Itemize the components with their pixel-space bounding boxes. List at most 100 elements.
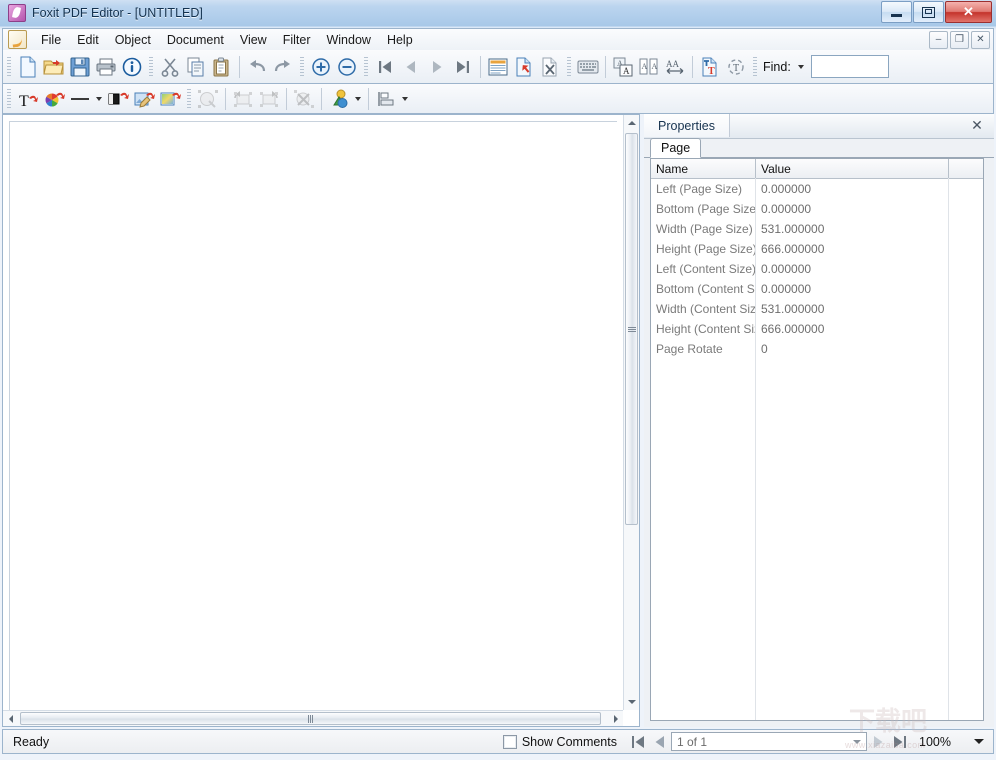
mdi-minimize-button[interactable]: – [929, 31, 948, 49]
word-spacing-icon[interactable]: AA [662, 54, 688, 80]
document-info-icon[interactable] [119, 54, 145, 80]
first-page-icon[interactable] [627, 731, 649, 752]
save-icon[interactable] [67, 54, 93, 80]
menu-view[interactable]: View [232, 30, 275, 50]
next-page-icon[interactable] [424, 54, 450, 80]
menu-object[interactable]: Object [107, 30, 159, 50]
cut-scissors-icon[interactable] [157, 54, 183, 80]
property-value[interactable]: 0.000000 [756, 179, 949, 199]
mdi-close-button[interactable]: ✕ [971, 31, 990, 49]
chevron-down-icon[interactable] [849, 733, 864, 750]
redo-icon[interactable] [270, 54, 296, 80]
close-icon[interactable]: ✕ [969, 117, 985, 133]
menu-file[interactable]: File [33, 30, 69, 50]
image-effects-icon[interactable] [157, 87, 183, 111]
add-text-icon[interactable]: T [697, 54, 723, 80]
scroll-up-button[interactable] [624, 115, 639, 131]
shapes-icon[interactable] [326, 87, 352, 111]
text-tool-icon[interactable]: T [15, 87, 41, 111]
table-row[interactable]: Left (Page Size)0.000000 [651, 179, 983, 199]
property-value[interactable]: 666.000000 [756, 319, 949, 339]
first-page-icon[interactable] [372, 54, 398, 80]
menu-document[interactable]: Document [159, 30, 232, 50]
menu-help[interactable]: Help [379, 30, 421, 50]
line-style-dropdown-arrow[interactable] [93, 87, 105, 111]
close-button[interactable]: ✕ [945, 1, 992, 23]
undo-icon[interactable] [244, 54, 270, 80]
property-value[interactable]: 531.000000 [756, 219, 949, 239]
toolbar-grip[interactable] [753, 57, 757, 77]
page-canvas[interactable] [9, 121, 617, 726]
new-document-icon[interactable] [15, 54, 41, 80]
previous-page-icon[interactable] [398, 54, 424, 80]
toolbar-grip[interactable] [300, 57, 304, 77]
vertical-scroll-thumb[interactable] [625, 133, 638, 525]
previous-page-icon[interactable] [649, 731, 671, 752]
menu-edit[interactable]: Edit [69, 30, 107, 50]
page-layout-icon[interactable] [485, 54, 511, 80]
column-header-name[interactable]: Name [651, 159, 756, 178]
property-value[interactable]: 666.000000 [756, 239, 949, 259]
last-page-icon[interactable] [889, 731, 911, 752]
copy-icon[interactable] [183, 54, 209, 80]
character-spacing-icon[interactable]: AA [636, 54, 662, 80]
line-style-icon[interactable] [67, 87, 93, 111]
table-row[interactable]: Left (Content Size)0.000000 [651, 259, 983, 279]
column-header-value[interactable]: Value [756, 159, 949, 178]
toolbar-grip[interactable] [187, 89, 191, 109]
tab-page[interactable]: Page [650, 138, 701, 158]
find-dropdown-arrow[interactable] [795, 55, 807, 79]
property-value[interactable]: 531.000000 [756, 299, 949, 319]
table-row[interactable]: Page Rotate0 [651, 339, 983, 359]
import-page-icon[interactable] [511, 54, 537, 80]
horizontal-scroll-thumb[interactable] [20, 712, 601, 725]
menu-filter[interactable]: Filter [275, 30, 319, 50]
open-folder-icon[interactable] [41, 54, 67, 80]
table-row[interactable]: Width (Content Size)531.000000 [651, 299, 983, 319]
keyboard-icon[interactable] [575, 54, 601, 80]
color-wheel-icon[interactable] [41, 87, 67, 111]
toolbar-grip[interactable] [364, 57, 368, 77]
next-page-icon[interactable] [867, 731, 889, 752]
property-value[interactable]: 0.000000 [756, 279, 949, 299]
text-select-icon[interactable]: T [723, 54, 749, 80]
page-indicator-dropdown[interactable]: 1 of 1 [671, 732, 867, 751]
zoom-out-icon[interactable] [334, 54, 360, 80]
image-edit-icon[interactable] [131, 87, 157, 111]
property-value[interactable]: 0.000000 [756, 199, 949, 219]
font-replace-icon[interactable]: AA [610, 54, 636, 80]
print-icon[interactable] [93, 54, 119, 80]
show-comments-control[interactable]: Show Comments [503, 735, 617, 749]
fill-icon[interactable] [105, 87, 131, 111]
minimize-button[interactable] [881, 1, 912, 23]
align-icon[interactable] [373, 87, 399, 111]
last-page-icon[interactable] [450, 54, 476, 80]
table-row[interactable]: Bottom (Content Size)0.000000 [651, 279, 983, 299]
table-row[interactable]: Height (Page Size)666.000000 [651, 239, 983, 259]
menu-window[interactable]: Window [318, 30, 378, 50]
zoom-level-dropdown[interactable]: 100% [915, 731, 989, 752]
horizontal-scrollbar[interactable] [3, 710, 623, 726]
toolbar-grip[interactable] [7, 89, 11, 109]
chevron-down-icon[interactable] [973, 731, 985, 752]
vertical-scrollbar[interactable] [623, 115, 639, 710]
property-value[interactable]: 0.000000 [756, 259, 949, 279]
delete-page-icon[interactable] [537, 54, 563, 80]
align-dropdown-arrow[interactable] [399, 87, 411, 111]
find-input[interactable] [811, 55, 889, 78]
zoom-in-icon[interactable] [308, 54, 334, 80]
table-row[interactable]: Bottom (Page Size)0.000000 [651, 199, 983, 219]
show-comments-checkbox[interactable] [503, 735, 517, 749]
toolbar-grip[interactable] [7, 57, 11, 77]
property-value[interactable]: 0 [756, 339, 949, 359]
toolbar-grip[interactable] [567, 57, 571, 77]
document-menu-icon[interactable] [8, 30, 27, 49]
table-row[interactable]: Width (Page Size)531.000000 [651, 219, 983, 239]
scroll-left-button[interactable] [3, 711, 18, 726]
column-header-extra[interactable] [949, 159, 983, 178]
scroll-right-button[interactable] [608, 711, 623, 726]
scroll-down-button[interactable] [624, 694, 639, 710]
restore-button[interactable] [913, 1, 944, 23]
shapes-dropdown-arrow[interactable] [352, 87, 364, 111]
paste-icon[interactable] [209, 54, 235, 80]
